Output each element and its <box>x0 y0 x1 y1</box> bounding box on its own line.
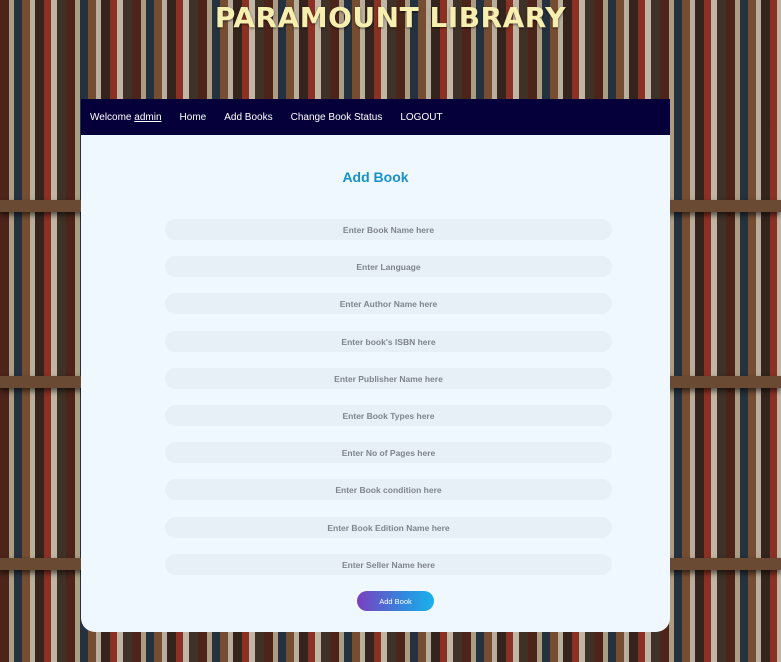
add-book-form: Add Book Add Book <box>81 135 670 632</box>
nav-link-home[interactable]: Home <box>180 112 207 123</box>
welcome-message: Welcome admin <box>90 112 162 123</box>
book-edition-input[interactable] <box>165 517 612 538</box>
book-name-input[interactable] <box>165 219 612 240</box>
seller-name-input[interactable] <box>165 554 612 575</box>
form-heading: Add Book <box>342 169 409 185</box>
site-title: PARAMOUNT LIBRARY <box>214 1 567 34</box>
no-of-pages-input[interactable] <box>165 442 612 463</box>
publisher-name-input[interactable] <box>165 368 612 389</box>
author-name-input[interactable] <box>165 293 612 314</box>
language-input[interactable] <box>165 256 612 277</box>
book-types-input[interactable] <box>165 405 612 426</box>
username-link[interactable]: admin <box>134 112 161 123</box>
nav-link-add-books[interactable]: Add Books <box>224 112 272 123</box>
add-book-button[interactable]: Add Book <box>357 591 434 611</box>
isbn-input[interactable] <box>165 331 612 352</box>
welcome-prefix: Welcome <box>90 111 132 123</box>
book-condition-input[interactable] <box>165 479 612 500</box>
nav-link-logout[interactable]: LOGOUT <box>400 112 442 123</box>
top-navbar: Welcome admin Home Add Books Change Book… <box>81 99 670 135</box>
nav-link-change-book-status[interactable]: Change Book Status <box>291 112 383 123</box>
